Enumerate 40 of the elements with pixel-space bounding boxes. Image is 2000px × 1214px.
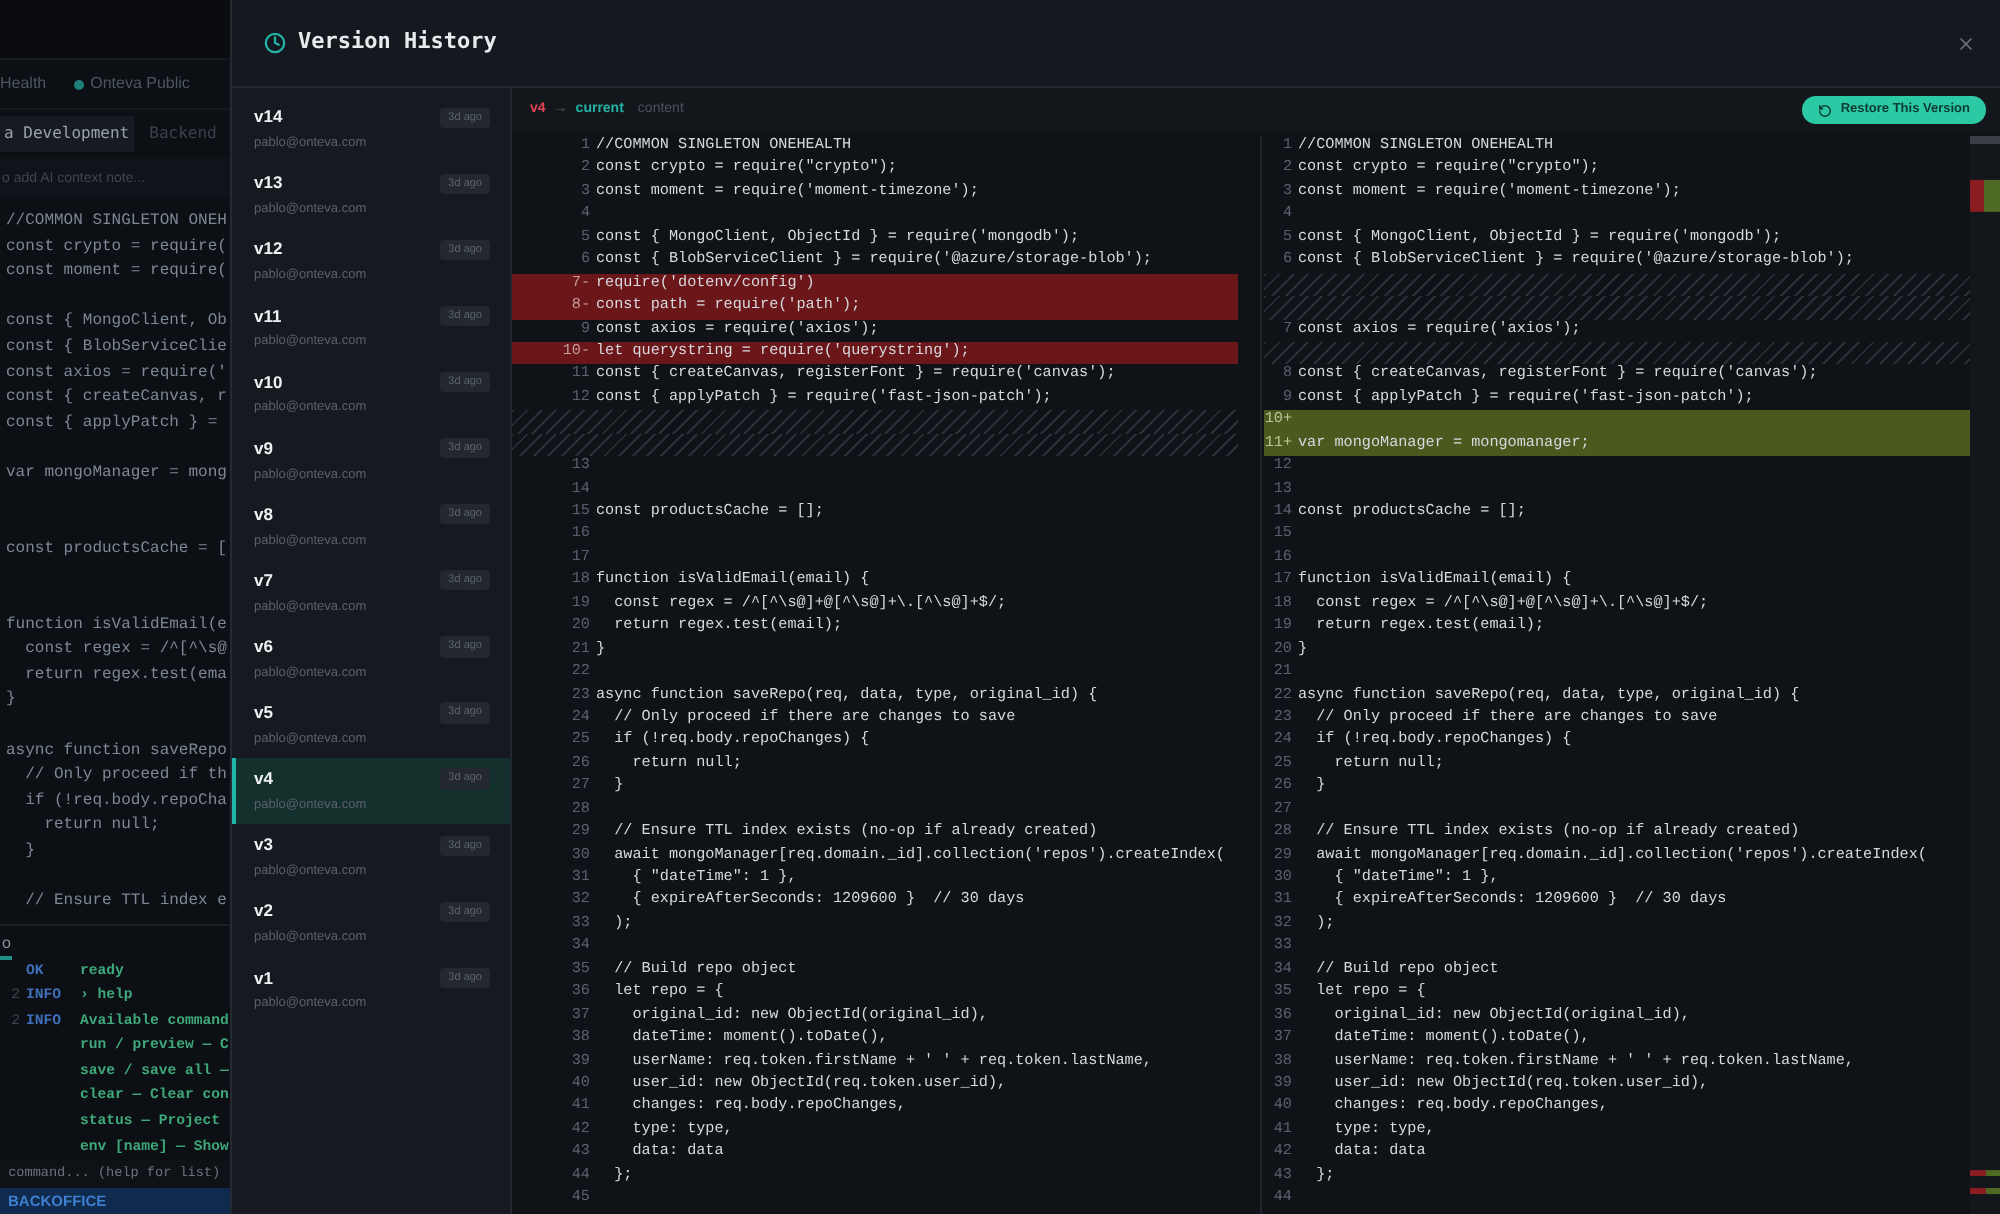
version-label: v6 <box>254 634 273 660</box>
code-line: const regex = /^[^\s@ <box>23 640 227 659</box>
version-label: v12 <box>254 236 283 263</box>
dialog-title: Version History <box>298 26 497 59</box>
file-tab[interactable]: a Development <box>0 116 134 153</box>
code-line: const moment = require( <box>6 262 227 281</box>
version-label: v11 <box>254 303 282 329</box>
version-label: v7 <box>254 567 273 594</box>
code-line: return null; <box>42 816 160 835</box>
version-label: v10 <box>254 369 283 395</box>
code-line: if (!req.body.repoCha <box>23 791 227 810</box>
code-line: } <box>23 841 35 860</box>
code-line: const { MongoClient, Ob <box>6 312 227 331</box>
code-line: const { createCanvas, r <box>6 388 227 407</box>
code-line: // Only proceed if th <box>23 766 227 785</box>
version-label: v2 <box>254 898 273 925</box>
code-line: function isValidEmail(e <box>6 615 227 634</box>
code-line: //COMMON SINGLETON ONEH <box>6 212 227 231</box>
code-line: const crypto = require( <box>6 237 227 256</box>
version-label: v1 <box>254 965 273 991</box>
terminal-tab[interactable]: o <box>0 931 13 960</box>
code-line: // Ensure TTL index e <box>23 892 227 911</box>
version-label: v3 <box>254 832 273 859</box>
code-line: var mongoManager = mong <box>6 464 227 482</box>
version-label: v13 <box>254 170 283 197</box>
code-line: } <box>6 690 16 709</box>
code-line: async function saveRepo <box>6 741 227 760</box>
code-line: const { applyPatch } = <box>6 413 218 432</box>
version-label: v8 <box>254 501 273 528</box>
version-label: v4 <box>254 766 273 792</box>
restore-icon <box>1818 103 1833 117</box>
version-label: v5 <box>254 700 273 726</box>
code-line: return regex.test(ema <box>23 665 227 684</box>
close-button[interactable] <box>1956 33 1976 53</box>
version-label: v9 <box>254 435 273 462</box>
code-line: const { BlobServiceClie <box>6 338 227 357</box>
clock-icon <box>264 32 286 54</box>
code-line: const productsCache = [ <box>6 539 227 558</box>
version-label: v14 <box>254 104 283 131</box>
code-line: const axios = require(' <box>6 363 227 382</box>
